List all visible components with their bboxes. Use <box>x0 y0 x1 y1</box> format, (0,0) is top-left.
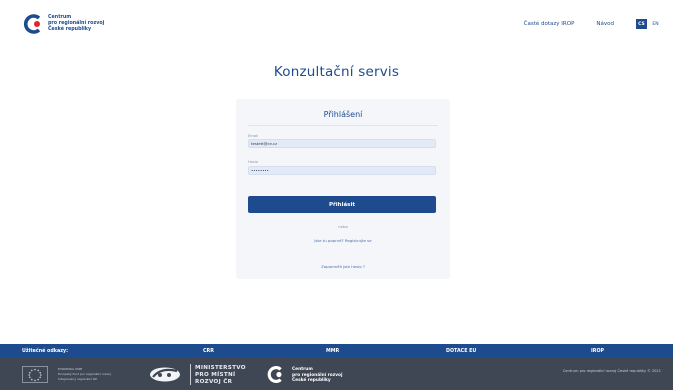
footer-link-dotace-eu[interactable]: DOTACE EU <box>446 349 476 354</box>
lang-en-button[interactable]: EN <box>650 19 661 29</box>
divider <box>248 125 438 126</box>
copyright-text: Centrum pro regionální rozvoj České repu… <box>562 369 661 373</box>
mmr-text-line-2: PRO MÍSTNÍ <box>195 372 236 378</box>
login-card: Přihlášení Email testett@ce.cz Heslo •••… <box>236 99 450 279</box>
mmr-separator <box>190 364 191 385</box>
register-link[interactable]: Jste tu poprvé? Registrujte se <box>236 238 450 243</box>
mmr-text-line-1: MINISTERSTVO <box>195 365 246 371</box>
header: Centrum pro regionální rozvoj České repu… <box>0 0 673 48</box>
login-title: Přihlášení <box>323 110 363 119</box>
page-title: Konzultační servis <box>273 64 400 80</box>
password-label: Heslo <box>248 160 258 164</box>
crr-footer-logo-icon <box>267 366 282 383</box>
email-field[interactable]: testett@ce.cz <box>248 139 436 148</box>
crr-logo-icon <box>23 14 41 34</box>
forgot-password-link[interactable]: Zapomněli jste heslo ? <box>236 264 450 269</box>
nav-link-faq[interactable]: Časté dotazy IROP <box>524 21 575 27</box>
lang-cs-button[interactable]: CS <box>636 19 647 29</box>
mmr-logo-icon <box>150 367 180 382</box>
login-button[interactable]: Přihlásit <box>248 196 436 213</box>
eu-text-line-3: Integrovaný regionální OP <box>58 377 97 381</box>
eu-flag-icon <box>22 366 48 383</box>
footer-bottom: EVROPSKÁ UNIE Evropský fond pro regionál… <box>0 358 673 390</box>
mmr-text-line-3: ROZVOJ ČR <box>195 379 233 385</box>
page: Centrum pro regionální rozvoj České repu… <box>0 0 673 390</box>
footer-link-irop[interactable]: IROP <box>591 349 604 354</box>
footer-link-crr[interactable]: CRR <box>203 349 214 354</box>
footer-link-mmr[interactable]: MMR <box>326 349 339 354</box>
footer-links-bar: Užitečné odkazy: CRR MMR DOTACE EU IROP <box>0 344 673 358</box>
email-label: Email <box>248 134 258 138</box>
eu-stars-icon <box>28 368 42 381</box>
password-field[interactable]: •••••••• <box>248 166 436 175</box>
nav-link-help[interactable]: Návod <box>596 21 614 27</box>
mmr-text: MINISTERSTVO PRO MÍSTNÍ ROZVOJ ČR <box>195 365 246 386</box>
useful-links-label: Užitečné odkazy: <box>22 348 69 354</box>
logo-line-3: České republiky <box>48 27 92 32</box>
or-text: nebo <box>338 224 348 229</box>
eu-text: EVROPSKÁ UNIE Evropský fond pro regionál… <box>58 367 111 382</box>
logo-text: Centrum pro regionální rozvoj České repu… <box>48 15 104 33</box>
crr-logo[interactable]: Centrum pro regionální rozvoj České repu… <box>22 13 104 35</box>
crr-footer-line-3: České republiky <box>292 378 331 383</box>
crr-footer-text: Centrum pro regionální rozvoj České repu… <box>292 367 342 384</box>
top-nav: Časté dotazy IROP Návod CS EN <box>524 19 661 29</box>
